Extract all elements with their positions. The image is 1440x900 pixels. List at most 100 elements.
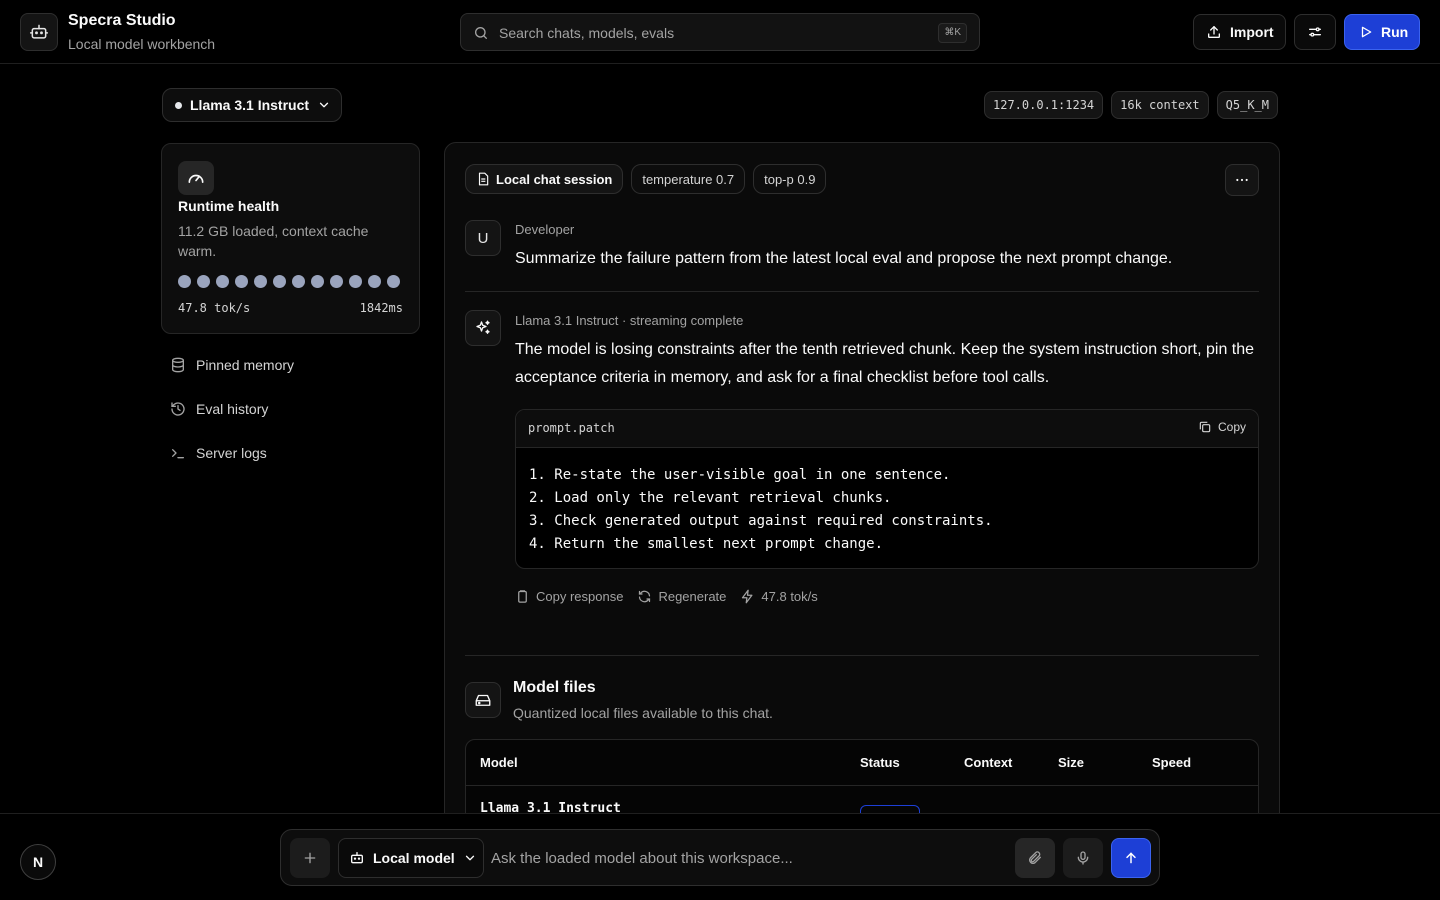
assistant-meta: Llama 3.1 Instruct · streaming complete [515, 313, 744, 328]
lightning-icon [740, 589, 755, 604]
user-message: Summarize the failure pattern from the l… [515, 250, 1173, 267]
document-icon [476, 172, 490, 186]
model-selector[interactable]: Llama 3.1 Instruct [162, 88, 342, 122]
copy-icon [1198, 420, 1212, 434]
column-header-speed: Speed [1152, 755, 1192, 770]
latency-stat: 1842ms [359, 301, 403, 315]
search-icon [473, 25, 489, 41]
run-button[interactable]: Run [1344, 14, 1420, 50]
play-icon [1359, 25, 1373, 39]
settings-button[interactable] [1294, 14, 1336, 50]
speed-indicator: 47.8 tok/s [740, 589, 818, 604]
quant-chip: Q5_K_M [1216, 91, 1278, 119]
send-button[interactable] [1111, 838, 1151, 878]
message-divider [465, 291, 1259, 292]
section-divider [465, 655, 1259, 656]
copy-code-label: Copy [1217, 420, 1246, 434]
user-author: Developer [515, 222, 575, 237]
bot-icon [20, 13, 58, 51]
clipboard-icon [515, 589, 530, 604]
runtime-title: Runtime health [178, 198, 280, 214]
code-block: prompt.patch Copy 1. Re-state the user-v… [515, 409, 1259, 569]
column-header-status: Status [860, 755, 900, 770]
ellipsis-icon [1234, 172, 1250, 188]
run-label: Run [1381, 24, 1409, 40]
copy-code-button[interactable]: Copy [1198, 420, 1246, 434]
import-label: Import [1230, 24, 1274, 40]
microphone-button[interactable] [1063, 838, 1103, 878]
top-bar: Specra Studio Local model workbench ⌘K I… [0, 0, 1440, 64]
add-attachment-button[interactable] [290, 838, 330, 878]
temperature-pill[interactable]: temperature 0.7 [631, 164, 746, 194]
search-input[interactable] [499, 23, 919, 43]
session-title-pill[interactable]: Local chat session [465, 164, 624, 194]
throughput-dot [311, 275, 324, 288]
column-header-model: Model [480, 755, 518, 770]
context-chip: 16k context [1111, 91, 1209, 119]
prompt-input[interactable] [491, 846, 991, 870]
sidebar-item-server-logs[interactable]: Server logs [170, 441, 267, 465]
code-line: 2. Load only the relevant retrieval chun… [529, 490, 892, 506]
code-filename: prompt.patch [528, 421, 615, 435]
throughput-dot [216, 275, 229, 288]
endpoint-chip: 127.0.0.1:1234 [984, 91, 1104, 119]
column-header-context: Context [964, 755, 1013, 770]
assistant-message: The model is losing constraints after th… [515, 341, 1255, 386]
speed-label: 47.8 tok/s [761, 589, 818, 604]
table-header: Model Status Context Size Speed [466, 740, 1258, 786]
paperclip-icon [1027, 850, 1043, 866]
runtime-description: 11.2 GB loaded, context cache warm. [178, 223, 369, 259]
chat-panel: Local chat session temperature 0.7 top-p… [444, 142, 1280, 842]
message-composer: Local model [280, 829, 1160, 886]
code-line: 3. Check generated output against requir… [529, 513, 993, 529]
throughput-dot [292, 275, 305, 288]
chevron-down-icon [317, 98, 331, 112]
sidebar-item-label: Eval history [196, 401, 269, 417]
session-header: Local chat session temperature 0.7 top-p… [465, 164, 827, 194]
shortcut-hint: ⌘K [938, 23, 967, 43]
throughput-dot [387, 275, 400, 288]
composer-model-selector[interactable]: Local model [338, 838, 484, 878]
copy-response-button[interactable]: Copy response [515, 589, 623, 604]
search-bar[interactable]: ⌘K [460, 13, 980, 51]
more-options-button[interactable] [1225, 164, 1259, 196]
throughput-dot [178, 275, 191, 288]
selected-model-label: Llama 3.1 Instruct [190, 97, 310, 113]
assistant-avatar [465, 310, 501, 346]
bot-icon [349, 850, 365, 866]
throughput-dot [368, 275, 381, 288]
sidebar-item-eval-history[interactable]: Eval history [170, 397, 268, 421]
throughput-dot [235, 275, 248, 288]
model-files-title: Model files [513, 679, 596, 696]
throughput-stat: 47.8 tok/s [178, 301, 251, 315]
runtime-health-card: Runtime health 11.2 GB loaded, context c… [161, 143, 420, 334]
user-account-avatar[interactable]: N [20, 844, 56, 880]
session-title: Local chat session [496, 171, 613, 187]
code-line: 4. Return the smallest next prompt chang… [529, 536, 884, 552]
app-subtitle: Local model workbench [68, 36, 216, 52]
attach-file-button[interactable] [1015, 838, 1055, 878]
sidebar-item-label: Pinned memory [196, 357, 295, 373]
sparkles-icon [474, 319, 492, 337]
terminal-icon [170, 445, 186, 461]
throughput-dot [349, 275, 362, 288]
top-p-pill[interactable]: top-p 0.9 [753, 164, 827, 194]
microphone-icon [1075, 850, 1091, 866]
app-title: Specra Studio [68, 12, 176, 29]
model-files-subtitle: Quantized local files available to this … [513, 705, 773, 721]
import-button[interactable]: Import [1193, 14, 1286, 50]
throughput-dot [197, 275, 210, 288]
database-icon [170, 357, 186, 373]
regenerate-label: Regenerate [658, 589, 727, 604]
code-content: 1. Re-state the user-visible goal in one… [529, 464, 993, 556]
regenerate-button[interactable]: Regenerate [637, 589, 726, 604]
user-avatar: U [465, 220, 501, 256]
model-info-chips: 127.0.0.1:1234 16k context Q5_K_M [984, 91, 1278, 119]
sidebar-item-pinned-memory[interactable]: Pinned memory [170, 353, 294, 377]
message-actions: Copy response Regenerate 47.8 tok/s [515, 589, 818, 604]
refresh-icon [637, 589, 652, 604]
sidebar-item-label: Server logs [196, 445, 267, 461]
throughput-dot [254, 275, 267, 288]
upload-icon [1206, 24, 1222, 40]
status-dot [175, 101, 182, 109]
